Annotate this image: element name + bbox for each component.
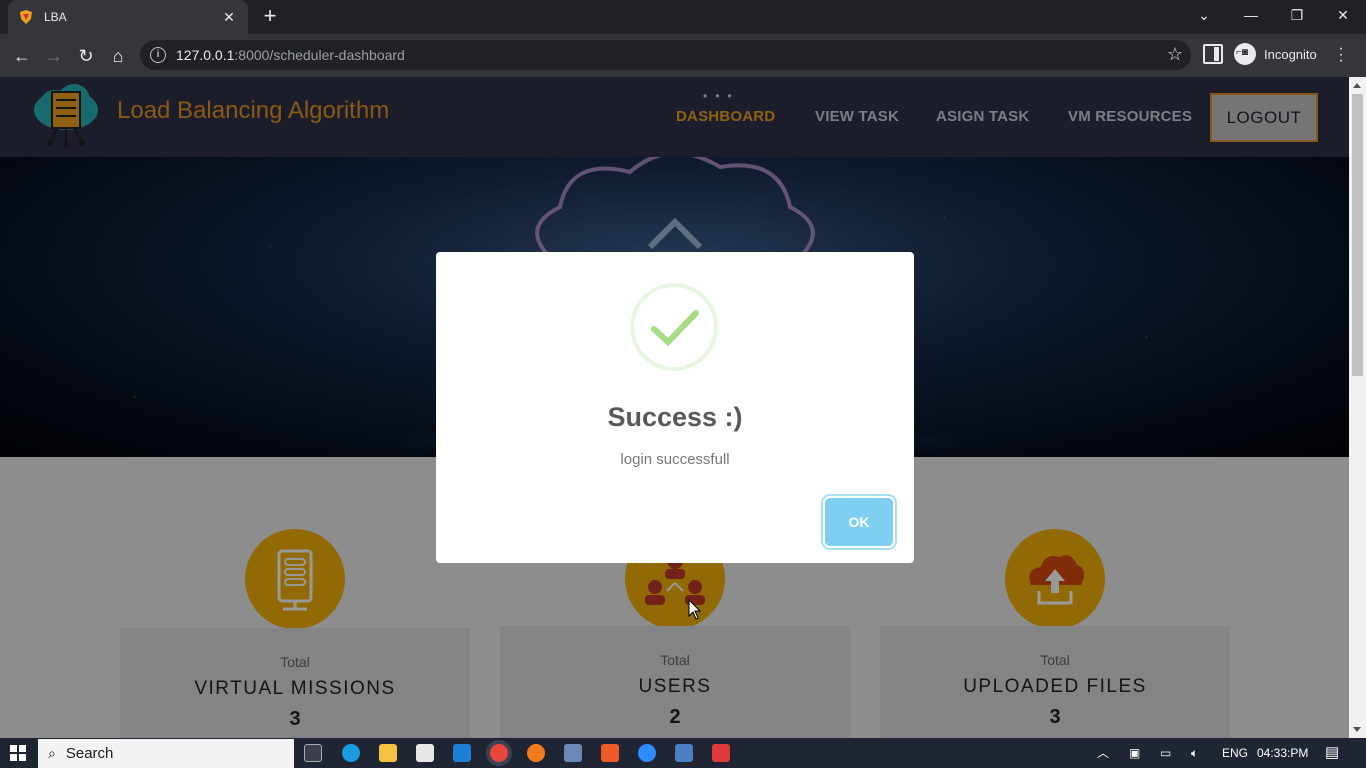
home-icon[interactable]: ⌂ — [104, 42, 132, 70]
minimize-button[interactable]: — — [1228, 0, 1274, 30]
search-app-icon[interactable] — [527, 744, 545, 762]
taskbar-search-box[interactable]: ⌕ Search — [38, 739, 294, 768]
success-check-icon — [630, 283, 718, 371]
incognito-icon — [1234, 43, 1256, 65]
incognito-indicator[interactable]: Incognito — [1234, 43, 1317, 65]
tab-close-icon[interactable]: ✕ — [220, 9, 238, 26]
page-viewport: Load Balancing Algorithm ••• DASHBOARD V… — [0, 77, 1349, 738]
site-favicon-icon — [20, 10, 32, 24]
success-dialog: Success :) login successfull OK — [436, 252, 914, 563]
mouse-cursor-icon — [688, 599, 702, 620]
edge-icon[interactable] — [342, 744, 360, 762]
task-view-icon[interactable] — [304, 744, 322, 762]
incognito-label: Incognito — [1264, 46, 1317, 62]
tray-device-icon[interactable]: ▣ — [1129, 738, 1140, 768]
browser-toolbar: ← → ↻ ⌂ i 127.0.0.1:8000/scheduler-dashb… — [0, 34, 1366, 77]
taskbar-search-label: Search — [65, 745, 114, 762]
app-icon[interactable] — [416, 744, 434, 762]
tray-chevron-icon[interactable]: ︿ — [1097, 738, 1109, 768]
browser-menu-icon[interactable]: · · · — [1336, 41, 1346, 69]
tab-search-icon[interactable]: ⌄ — [1181, 0, 1227, 30]
volume-icon[interactable]: 🔈︎ — [1191, 738, 1198, 768]
forward-arrow-icon[interactable]: → — [40, 42, 68, 70]
side-panel-icon[interactable] — [1203, 44, 1223, 64]
network-icon[interactable]: ▭ — [1160, 738, 1171, 768]
search-icon: ⌕ — [48, 745, 56, 761]
anydesk-icon[interactable] — [712, 744, 730, 762]
browser-tab[interactable]: LBA ✕ — [8, 0, 248, 34]
scroll-thumb[interactable] — [1352, 94, 1363, 376]
restore-button[interactable]: ❐ — [1274, 0, 1320, 30]
page-scrollbar[interactable] — [1349, 77, 1366, 738]
dialog-title: Success :) — [607, 402, 743, 432]
ok-button[interactable]: OK — [825, 498, 893, 546]
reload-icon[interactable]: ↻ — [72, 42, 100, 70]
tab-title: LBA — [44, 10, 67, 24]
clock[interactable]: 04:33:PM — [1257, 738, 1308, 768]
bookmark-star-icon[interactable]: ☆ — [1167, 44, 1183, 65]
windows-start-icon[interactable] — [10, 745, 26, 761]
brave-icon[interactable] — [601, 744, 619, 762]
address-bar[interactable]: i 127.0.0.1:8000/scheduler-dashboard ☆ — [140, 40, 1191, 70]
windows-taskbar: ⌕ Search ︿ ▣ ▭ 🔈︎ ENG 04:33:PM ▤ — [0, 738, 1366, 768]
dialog-message: login successfull — [620, 451, 730, 468]
address-url: 127.0.0.1:8000/scheduler-dashboard — [176, 47, 405, 63]
scroll-down-icon[interactable] — [1353, 727, 1361, 732]
notifications-icon[interactable]: ▤ — [1325, 738, 1339, 768]
app-icon[interactable] — [675, 744, 693, 762]
chrome-icon[interactable] — [490, 744, 508, 762]
new-tab-button[interactable]: + — [258, 4, 282, 28]
scroll-up-icon[interactable] — [1353, 83, 1361, 88]
file-explorer-icon[interactable] — [379, 744, 397, 762]
close-window-button[interactable]: ✕ — [1320, 0, 1366, 30]
language-indicator[interactable]: ENG — [1222, 738, 1248, 768]
back-arrow-icon[interactable]: ← — [8, 42, 36, 70]
app-icon[interactable] — [564, 744, 582, 762]
vscode-icon[interactable] — [453, 744, 471, 762]
browser-tab-strip: LBA ✕ + ⌄ — ❐ ✕ — [0, 0, 1366, 34]
zoom-icon[interactable] — [638, 744, 656, 762]
site-info-icon[interactable]: i — [150, 47, 166, 63]
